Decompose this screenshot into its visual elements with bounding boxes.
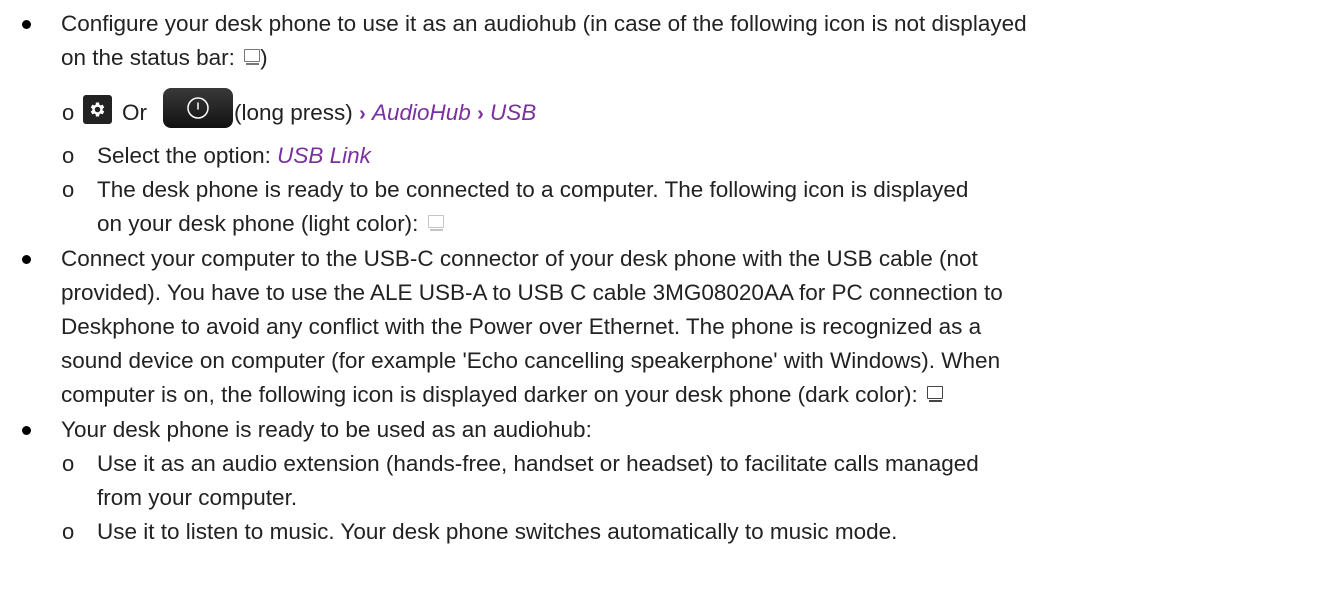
sub-bullet-marker: o xyxy=(62,143,75,168)
audiohub-link[interactable]: AudioHub xyxy=(372,100,471,125)
sub-bullet-marker: o xyxy=(62,100,75,125)
arrow-icon: › xyxy=(477,103,484,125)
bullet-2-line-3: Deskphone to avoid any conflict with the… xyxy=(61,314,982,339)
sub-bullet-marker: o xyxy=(62,451,75,476)
bullet-2-line-2: provided). You have to use the ALE USB-A… xyxy=(61,280,1003,305)
bullet-2-line-5: computer is on, the following icon is di… xyxy=(61,379,943,411)
bullet-marker xyxy=(22,20,31,29)
monitor-icon xyxy=(926,386,943,403)
ready-line-1: The desk phone is ready to be connected … xyxy=(97,177,969,202)
path-line: (long press) › AudioHub › USB xyxy=(234,100,537,125)
music-line: Use it to listen to music. Your desk pho… xyxy=(97,519,898,544)
ready-line-2: on your desk phone (light color): xyxy=(97,208,444,240)
gear-icon xyxy=(90,102,105,117)
power-key xyxy=(163,88,233,128)
monitor-icon xyxy=(244,49,261,66)
arrow-icon: › xyxy=(359,103,366,125)
extension-line-1: Use it as an audio extension (hands-free… xyxy=(97,451,979,476)
bullet-1-line-1: Configure your desk phone to use it as a… xyxy=(61,11,1027,36)
bullet-2-line-1: Connect your computer to the USB-C conne… xyxy=(61,246,978,271)
sub-bullet-marker: o xyxy=(62,177,75,202)
bullet-2-line-4: sound device on computer (for example 'E… xyxy=(61,348,1001,373)
settings-key xyxy=(83,95,112,124)
bullet-3-line-1: Your desk phone is ready to be used as a… xyxy=(61,417,592,442)
usb-link-option[interactable]: USB Link xyxy=(277,143,371,168)
bullet-marker xyxy=(22,426,31,435)
select-option-line: Select the option: USB Link xyxy=(97,143,371,168)
power-icon xyxy=(187,97,209,119)
sub-bullet-marker: o xyxy=(62,519,75,544)
extension-line-2: from your computer. xyxy=(97,485,298,510)
bullet-marker xyxy=(22,255,31,264)
monitor-icon xyxy=(427,215,444,232)
path-or-text: Or xyxy=(122,100,147,125)
bullet-1-line-2: on the status bar: ) xyxy=(61,45,268,70)
document-page: Configure your desk phone to use it as a… xyxy=(0,0,1329,598)
usb-link[interactable]: USB xyxy=(490,100,536,125)
